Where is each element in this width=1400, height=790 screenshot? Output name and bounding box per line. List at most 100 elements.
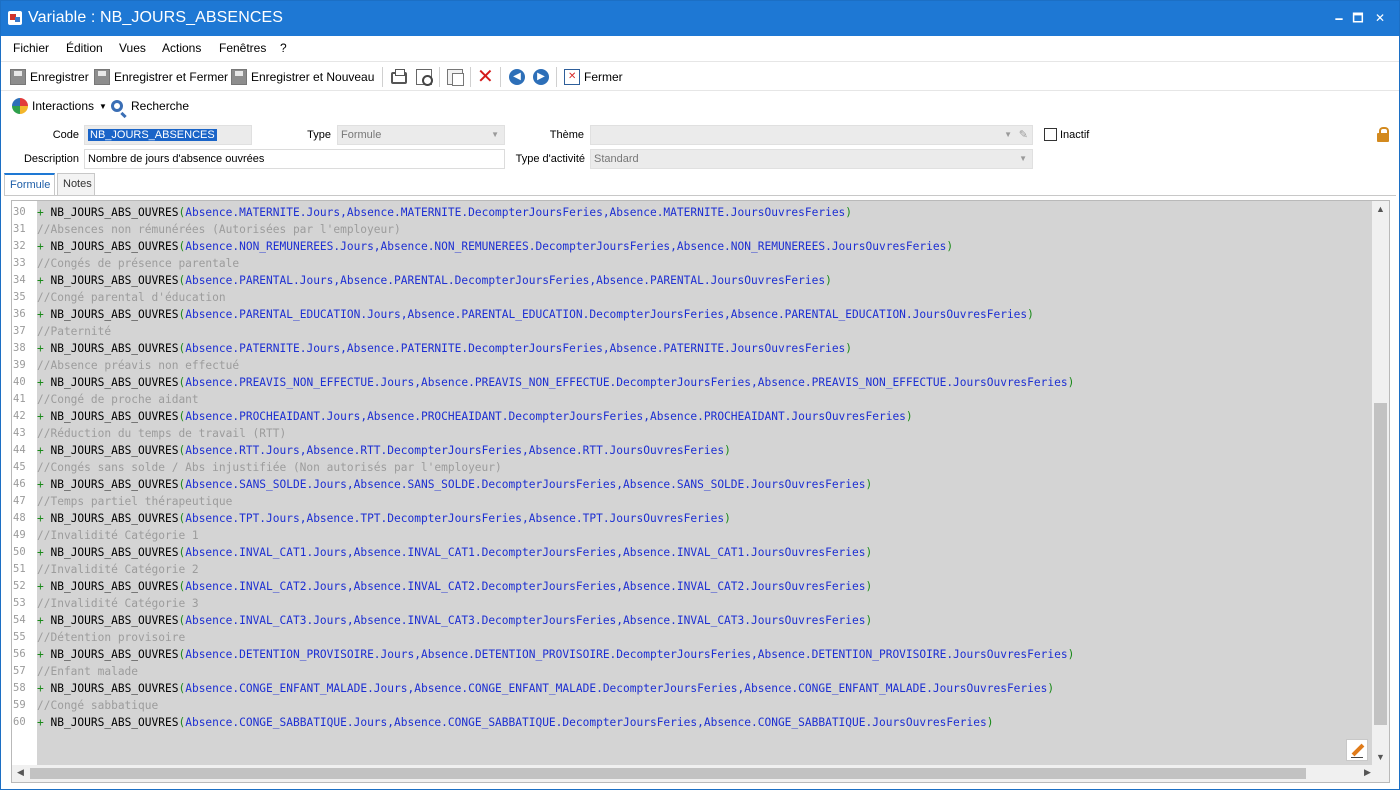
- function-arguments: Absence.RTT.Jours,Absence.RTT.DecompterJ…: [185, 444, 725, 457]
- code-area[interactable]: + NB_JOURS_ABS_OUVRES(Absence.MATERNITE.…: [37, 201, 1372, 766]
- code-line: + NB_JOURS_ABS_OUVRES(Absence.INVAL_CAT2…: [37, 578, 872, 595]
- plus-operator: +: [37, 274, 51, 287]
- scroll-left-icon[interactable]: ◀: [17, 767, 24, 778]
- comment-text: //Congé de proche aidant: [37, 393, 199, 406]
- line-number: 57: [13, 665, 26, 677]
- plus-operator: +: [37, 512, 51, 525]
- function-name: NB_JOURS_ABS_OUVRES: [50, 682, 179, 695]
- print-icon: [391, 69, 407, 84]
- scroll-down-icon[interactable]: ▼: [1376, 752, 1385, 762]
- code-comment-line: //Congé de proche aidant: [37, 391, 199, 408]
- line-number: 32: [13, 240, 26, 252]
- function-arguments: Absence.PATERNITE.Jours,Absence.PATERNIT…: [185, 342, 846, 355]
- search-icon: [111, 100, 123, 112]
- chevron-down-icon: ▼: [1004, 130, 1012, 139]
- menu-vues[interactable]: Vues: [119, 41, 146, 55]
- inactive-checkbox[interactable]: [1044, 128, 1057, 141]
- scroll-up-icon[interactable]: ▲: [1376, 204, 1385, 214]
- menu-fenetres[interactable]: Fenêtres: [219, 41, 266, 55]
- arrow-right-icon: ▶: [533, 69, 549, 85]
- edit-pencil-icon[interactable]: [1346, 739, 1368, 761]
- description-label: Description: [23, 153, 79, 165]
- interactions-dropdown[interactable]: Interactions ▼: [12, 97, 107, 115]
- plus-operator: +: [37, 444, 51, 457]
- scroll-right-icon[interactable]: ▶: [1364, 767, 1371, 778]
- tab-notes[interactable]: Notes: [57, 173, 95, 195]
- maximize-button[interactable]: 🗖: [1349, 10, 1367, 26]
- search-label: Recherche: [131, 99, 190, 113]
- delete-button[interactable]: ✕: [477, 66, 494, 88]
- inactive-label: Inactif: [1060, 129, 1090, 141]
- function-arguments: Absence.CONGE_ENFANT_MALADE.Jours,Absenc…: [185, 682, 1048, 695]
- close-paren: ): [724, 444, 731, 457]
- function-name: NB_JOURS_ABS_OUVRES: [50, 240, 179, 253]
- close-paren: ): [1047, 682, 1055, 695]
- close-paren: ): [865, 546, 873, 559]
- app-icon: [8, 11, 22, 25]
- type-label: Type: [307, 129, 331, 141]
- line-number: 38: [13, 342, 26, 354]
- save-close-button[interactable]: Enregistrer et Fermer: [94, 68, 228, 86]
- vertical-scrollbar[interactable]: ▲ ▼: [1372, 201, 1389, 766]
- plus-operator: +: [37, 546, 51, 559]
- chevron-down-icon: ▼: [1019, 154, 1027, 163]
- menu-bar: Fichier Édition Vues Actions Fenêtres ?: [1, 36, 1399, 60]
- edit-theme-icon[interactable]: ✎: [1019, 128, 1028, 141]
- line-number: 52: [13, 580, 26, 592]
- save-button[interactable]: Enregistrer: [10, 68, 89, 86]
- code-comment-line: //Paternité: [37, 323, 111, 340]
- print-preview-button[interactable]: [416, 68, 433, 86]
- code-field[interactable]: NB_JOURS_ABSENCES: [84, 125, 252, 145]
- previous-button[interactable]: ◀: [509, 68, 525, 86]
- line-number: 51: [13, 563, 26, 575]
- code-comment-line: //Réduction du temps de travail (RTT): [37, 425, 286, 442]
- horizontal-scroll-thumb[interactable]: [30, 768, 1306, 779]
- close-window-button[interactable]: ✕: [1371, 10, 1389, 26]
- function-name: NB_JOURS_ABS_OUVRES: [50, 342, 179, 355]
- menu-edition[interactable]: Édition: [66, 41, 103, 55]
- delete-icon: ✕: [477, 66, 494, 88]
- close-paren: ): [865, 478, 873, 491]
- print-button[interactable]: [391, 68, 407, 86]
- horizontal-scrollbar[interactable]: ◀ ▶: [12, 765, 1389, 782]
- next-button[interactable]: ▶: [533, 68, 549, 86]
- theme-select[interactable]: ▼ ✎: [590, 125, 1033, 145]
- lock-icon[interactable]: [1377, 127, 1389, 142]
- plus-operator: +: [37, 206, 51, 219]
- type-select[interactable]: Formule ▼: [337, 125, 505, 145]
- code-line: + NB_JOURS_ABS_OUVRES(Absence.NON_REMUNE…: [37, 238, 953, 255]
- line-number: 44: [13, 444, 26, 456]
- menu-fichier[interactable]: Fichier: [13, 41, 49, 55]
- save-new-label: Enregistrer et Nouveau: [251, 70, 375, 84]
- line-number: 48: [13, 512, 26, 524]
- code-comment-line: //Congés sans solde / Abs injustifiée (N…: [37, 459, 502, 476]
- function-arguments: Absence.SANS_SOLDE.Jours,Absence.SANS_SO…: [185, 478, 866, 491]
- tab-formule[interactable]: Formule: [4, 173, 55, 196]
- line-number: 45: [13, 461, 26, 473]
- function-arguments: Absence.PROCHEAIDANT.Jours,Absence.PROCH…: [185, 410, 906, 423]
- menu-actions[interactable]: Actions: [162, 41, 201, 55]
- formula-editor[interactable]: 30 31 32 33 34 35 36 37 38 39 40 41 42 43 44 45 46 47 48 49…: [11, 200, 1390, 783]
- search-button[interactable]: Recherche: [111, 97, 189, 115]
- arrow-left-icon: ◀: [509, 69, 525, 85]
- plus-operator: +: [37, 478, 51, 491]
- close-form-icon: [564, 69, 580, 85]
- close-button[interactable]: Fermer: [564, 68, 623, 86]
- function-arguments: Absence.PARENTAL.Jours,Absence.PARENTAL.…: [185, 274, 826, 287]
- minimize-button[interactable]: 🗕: [1330, 10, 1348, 26]
- comment-text: //Invalidité Catégorie 3: [37, 597, 199, 610]
- close-paren: ): [986, 716, 994, 729]
- menu-help[interactable]: ?: [280, 41, 287, 55]
- save-new-button[interactable]: Enregistrer et Nouveau: [231, 68, 374, 86]
- function-name: NB_JOURS_ABS_OUVRES: [50, 376, 179, 389]
- copy-button[interactable]: [447, 68, 464, 86]
- line-number: 47: [13, 495, 26, 507]
- vertical-scroll-thumb[interactable]: [1374, 403, 1387, 725]
- function-name: NB_JOURS_ABS_OUVRES: [50, 614, 179, 627]
- code-line: + NB_JOURS_ABS_OUVRES(Absence.PARENTAL_E…: [37, 306, 1034, 323]
- code-line: + NB_JOURS_ABS_OUVRES(Absence.DETENTION_…: [37, 646, 1074, 663]
- description-field[interactable]: Nombre de jours d'absence ouvrées: [84, 149, 505, 169]
- code-value: NB_JOURS_ABSENCES: [88, 129, 217, 141]
- function-arguments: Absence.NON_REMUNEREES.Jours,Absence.NON…: [185, 240, 947, 253]
- activity-type-select[interactable]: Standard ▼: [590, 149, 1033, 169]
